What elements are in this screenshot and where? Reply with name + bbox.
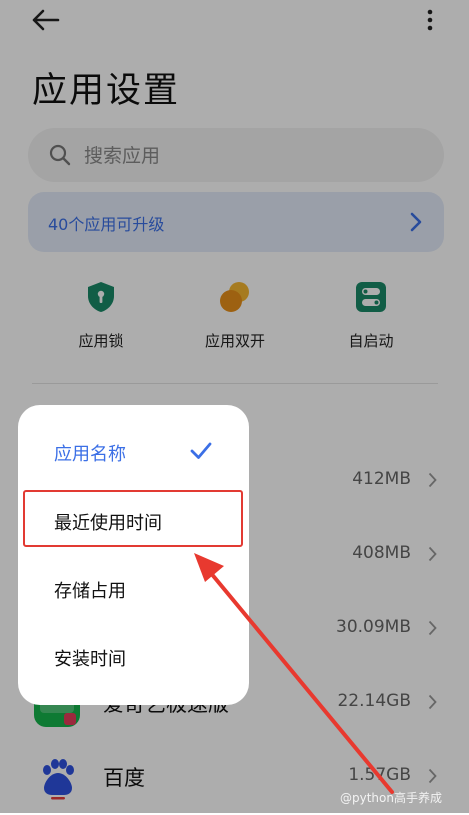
sort-option-label: 安装时间 (54, 649, 126, 670)
sort-option-app-name[interactable]: 应用名称 (18, 419, 249, 485)
checkmark-icon (190, 442, 212, 459)
sort-option-storage[interactable]: 存储占用 (18, 556, 249, 622)
watermark: @python高手养成 (340, 791, 442, 805)
annotation-highlight-box (23, 490, 243, 547)
sort-option-install-time[interactable]: 安装时间 (18, 624, 249, 690)
sort-option-label: 存储占用 (54, 581, 126, 602)
sort-menu: 应用名称 最近使用时间 存储占用 安装时间 (18, 405, 249, 705)
sort-option-label: 应用名称 (54, 444, 126, 465)
